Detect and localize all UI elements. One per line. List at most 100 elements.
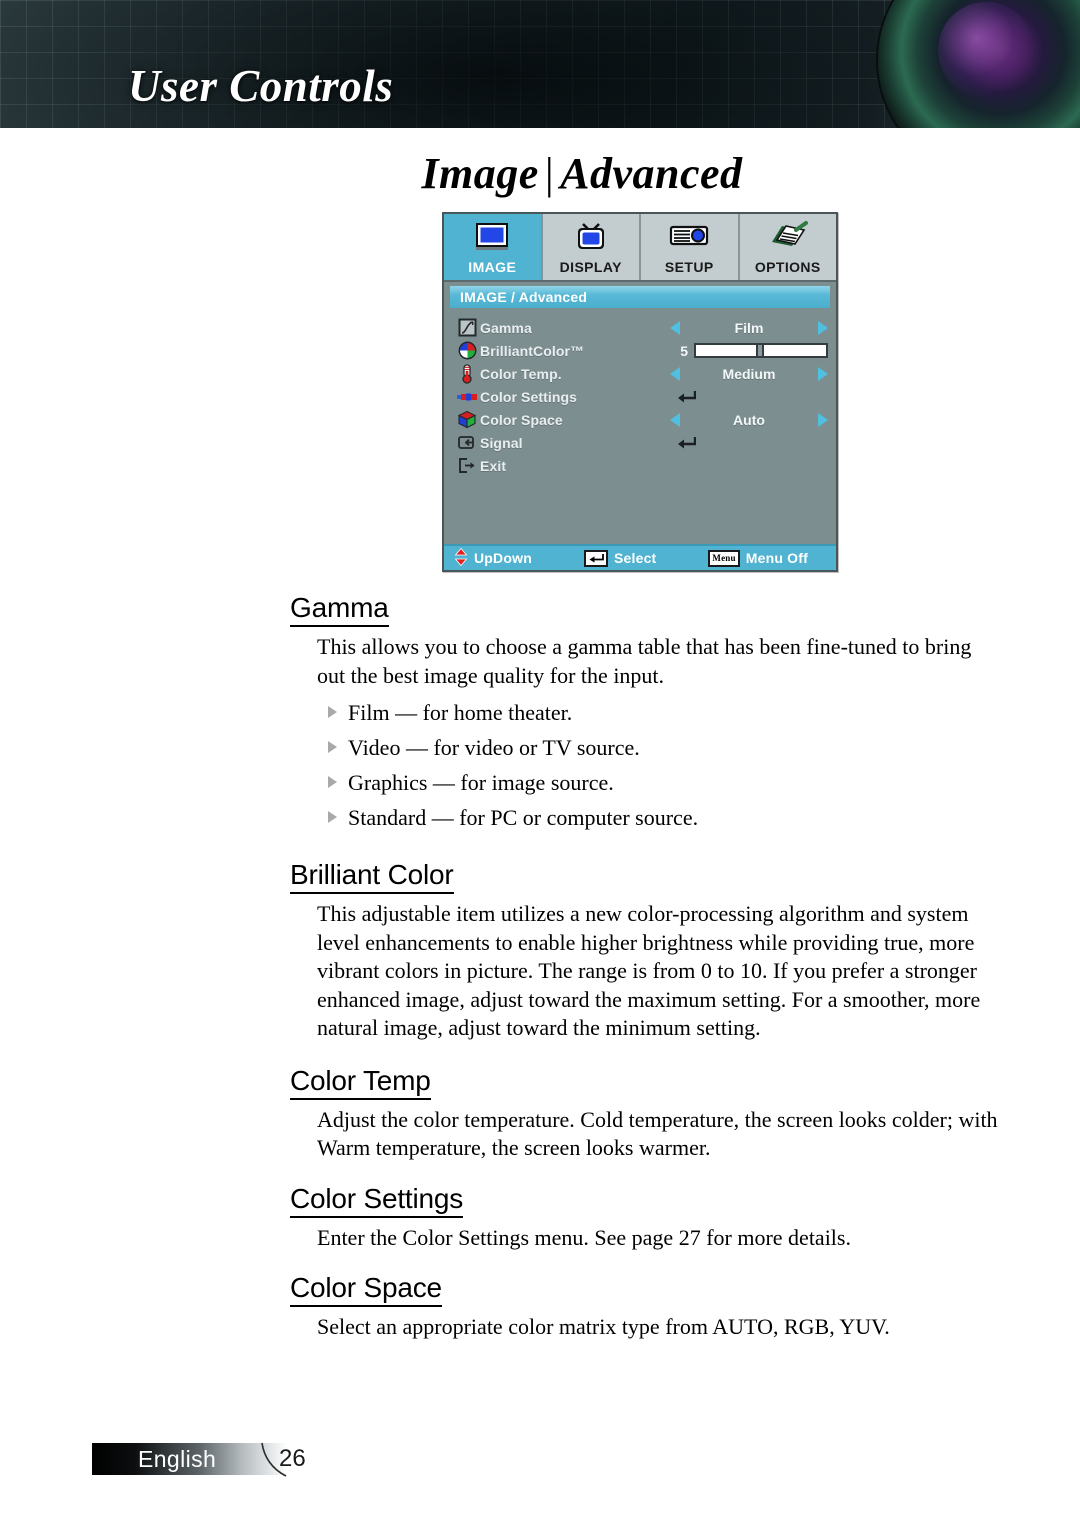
osd-menu: IMAGE DISPLAY SETUP OPTIONS IMAGE / Adva… — [442, 212, 838, 572]
section-paragraph: This allows you to choose a gamma table … — [317, 634, 972, 688]
osd-tab-setup[interactable]: SETUP — [641, 214, 740, 280]
section-heading: Gamma — [290, 592, 389, 627]
menu-key-icon: Menu — [708, 549, 740, 567]
list-item: Standard — for PC or computer source. — [328, 800, 1000, 835]
gamma-curve-icon — [454, 317, 480, 339]
page-title: Image | Advanced — [0, 148, 1080, 199]
osd-row-value: Film — [734, 319, 764, 336]
page-title-primary: Image — [421, 149, 539, 198]
options-notepad-icon — [766, 216, 810, 256]
chevron-right-icon[interactable] — [818, 412, 828, 427]
rgb-cube-icon — [454, 409, 480, 431]
projector-lens-photo — [840, 0, 1080, 128]
osd-tab-label: SETUP — [664, 259, 714, 275]
osd-row-signal[interactable]: Signal — [454, 431, 828, 454]
osd-stepper-color-temp[interactable]: Medium — [670, 363, 828, 385]
osd-enter-color-settings[interactable] — [670, 386, 828, 408]
section-heading: Color Space — [290, 1272, 442, 1307]
osd-slider-brilliantcolor[interactable]: 5 — [670, 340, 828, 362]
section-paragraph: Select an appropriate color matrix type … — [317, 1314, 890, 1339]
bullet-triangle-icon — [328, 811, 337, 823]
osd-row-label: Signal — [480, 434, 523, 451]
osd-tab-image[interactable]: IMAGE — [444, 214, 543, 280]
osd-row-value: Medium — [722, 365, 776, 382]
section-heading: Color Settings — [290, 1183, 463, 1218]
list-item-label: Graphics — for image source. — [348, 770, 614, 795]
page-content: Gamma This allows you to choose a gamma … — [290, 592, 1000, 1358]
banner-title: User Controls — [128, 61, 394, 111]
list-item: Film — for home theater. — [328, 695, 1000, 730]
osd-row-label: Exit — [480, 457, 507, 474]
chevron-left-icon[interactable] — [670, 366, 680, 381]
section-paragraph: Enter the Color Settings menu. See page … — [317, 1224, 851, 1250]
osd-breadcrumb: IMAGE / Advanced — [450, 286, 830, 308]
osd-stepper-color-space[interactable]: Auto — [670, 409, 828, 431]
enter-arrow-icon[interactable] — [676, 436, 696, 450]
osd-row-color-temp[interactable]: Color Temp. Medium — [454, 362, 828, 385]
signal-input-icon — [454, 432, 480, 454]
list-item-label: Standard — for PC or computer source. — [348, 805, 699, 830]
page-banner: User Controls — [0, 0, 1080, 128]
section-gamma: Gamma This allows you to choose a gamma … — [290, 592, 1000, 835]
list-item-label: Film — for home theater. — [348, 700, 573, 725]
display-tv-icon — [570, 216, 612, 256]
slider-handle[interactable] — [755, 343, 764, 358]
color-wheel-icon — [454, 340, 480, 362]
chevron-left-icon[interactable] — [670, 412, 680, 427]
osd-row-label: Color Settings — [480, 388, 578, 405]
color-bars-icon — [454, 386, 480, 408]
osd-tab-label: DISPLAY — [559, 259, 622, 275]
osd-row-label: BrilliantColor™ — [480, 342, 585, 359]
osd-row-label: Color Temp. — [480, 365, 562, 382]
section-heading: Color Temp — [290, 1065, 431, 1100]
osd-row-gamma[interactable]: Gamma Film — [454, 316, 828, 339]
page-footer: English 26 — [92, 1443, 322, 1477]
bullet-triangle-icon — [328, 706, 337, 718]
osd-hint-label: UpDown — [474, 550, 532, 566]
bullet-triangle-icon — [328, 741, 337, 753]
osd-hint-label: Menu Off — [745, 550, 808, 566]
osd-row-label: Color Space — [480, 411, 563, 428]
list-item: Video — for video or TV source. — [328, 730, 1000, 765]
osd-tab-options[interactable]: OPTIONS — [739, 214, 836, 280]
page-title-separator: | — [544, 149, 555, 198]
exit-door-icon — [454, 455, 480, 477]
bullet-triangle-icon — [328, 776, 337, 788]
osd-hint-menu-off[interactable]: Menu Menu Off — [708, 549, 808, 567]
slider-value: 5 — [680, 342, 688, 359]
osd-row-color-settings[interactable]: Color Settings — [454, 385, 828, 408]
osd-hint-bar: UpDown Select Menu Menu Off — [444, 544, 836, 570]
osd-row-color-space[interactable]: Color Space Auto — [454, 408, 828, 431]
lens-reflection — [938, 2, 1034, 98]
osd-hint-label: Select — [613, 550, 657, 566]
section-paragraph: This adjustable item utilizes a new colo… — [317, 901, 981, 1040]
page-number: 26 — [279, 1445, 306, 1472]
updown-arrows-icon — [454, 547, 468, 569]
section-color-settings: Color Settings Enter the Color Settings … — [290, 1183, 1000, 1253]
osd-row-value: Auto — [733, 411, 765, 428]
section-paragraph: Adjust the color temperature. Cold tempe… — [317, 1106, 998, 1161]
osd-hint-updown[interactable]: UpDown — [454, 547, 532, 569]
list-item-label: Video — for video or TV source. — [348, 735, 640, 760]
list-item: Graphics — for image source. — [328, 765, 1000, 800]
osd-stepper-gamma[interactable]: Film — [670, 317, 828, 339]
page-title-secondary: Advanced — [560, 149, 743, 198]
section-brilliant-color: Brilliant Color This adjustable item uti… — [290, 859, 1000, 1043]
osd-row-exit[interactable]: Exit — [454, 454, 828, 477]
thermometer-icon — [454, 363, 480, 385]
enter-arrow-icon[interactable] — [676, 390, 696, 404]
osd-tab-display[interactable]: DISPLAY — [542, 214, 641, 280]
osd-tab-label: OPTIONS — [754, 259, 821, 275]
chevron-right-icon[interactable] — [818, 366, 828, 381]
image-screen-icon — [471, 216, 513, 256]
chevron-left-icon[interactable] — [670, 320, 680, 335]
gamma-option-list: Film — for home theater. Video — for vid… — [290, 695, 1000, 835]
osd-item-list: Gamma Film BrilliantColor™ 5 Color Temp.… — [444, 308, 836, 477]
slider-track[interactable] — [694, 343, 828, 358]
osd-hint-select[interactable]: Select — [583, 549, 657, 567]
osd-enter-signal[interactable] — [670, 432, 828, 454]
chevron-right-icon[interactable] — [818, 320, 828, 335]
osd-row-brilliantcolor[interactable]: BrilliantColor™ 5 — [454, 339, 828, 362]
osd-tab-label: IMAGE — [468, 259, 517, 275]
footer-language-label: English — [138, 1446, 217, 1472]
